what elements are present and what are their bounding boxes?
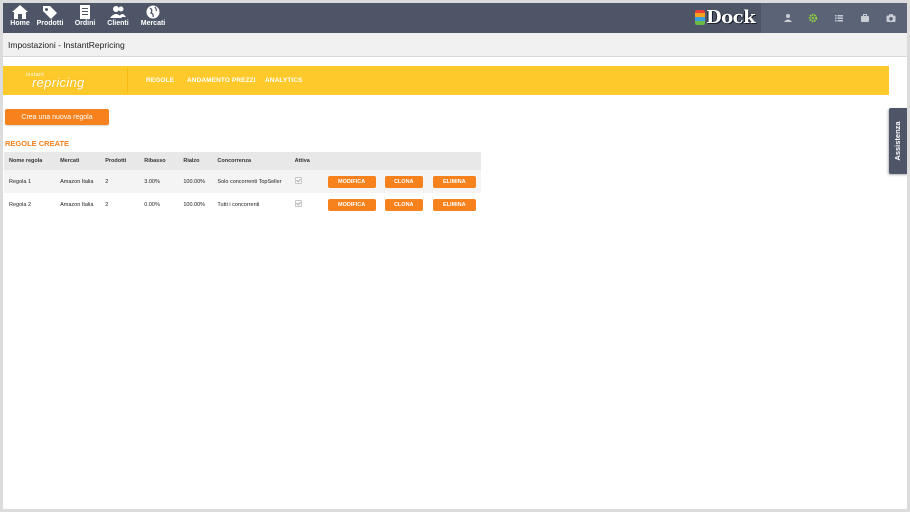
list-icon[interactable] (834, 13, 844, 23)
home-icon (12, 5, 28, 19)
camera-icon[interactable] (886, 13, 896, 23)
col-header-action-1 (323, 152, 380, 170)
cell-concorrenza: Tutti i concorrenti (217, 201, 260, 208)
cell-prodotti: 2 (105, 178, 109, 185)
instant-repricing-logo: instant repricing (25, 72, 123, 90)
repricing-banner: instant repricing REGOLE ANDAMENTO PREZZ… (3, 66, 889, 95)
toolbar-icons (761, 3, 907, 33)
table-row: Regola 2 Amazon Italia 2 0.00% 100.00% T… (4, 193, 481, 216)
nav-clienti[interactable]: Clienti (101, 5, 135, 33)
assistenza-label: Assistenza (893, 121, 902, 161)
breadcrumb: Impostazioni - InstantRepricing (8, 40, 125, 50)
nav-home-label: Home (10, 20, 30, 27)
globe-icon (146, 5, 160, 19)
active-checkbox[interactable] (294, 200, 302, 207)
tab-andamento-prezzi[interactable]: ANDAMENTO PREZZI (187, 77, 256, 84)
elimina-button[interactable]: ELIMINA (432, 175, 476, 188)
cell-nome: Regola 2 (9, 201, 32, 208)
settings-icon[interactable] (808, 13, 818, 23)
user-icon[interactable] (783, 13, 793, 23)
nav-clienti-label: Clienti (107, 20, 129, 27)
nav-mercati-label: Mercati (140, 20, 166, 27)
col-header-concorrenza: Concorrenza (217, 158, 252, 164)
cell-rialzo: 100.00% (183, 178, 206, 185)
users-icon (110, 6, 126, 18)
col-header-rialzo: Rialzo (183, 158, 200, 164)
brand-name: Dock (706, 6, 756, 28)
tab-analytics[interactable]: ANALYTICS (265, 77, 303, 84)
tag-icon (43, 6, 57, 19)
section-title: REGOLE CREATE (5, 139, 70, 148)
modifica-button[interactable]: MODIFICA (327, 175, 376, 188)
cell-prodotti: 2 (105, 201, 109, 208)
elimina-button[interactable]: ELIMINA (432, 198, 476, 211)
col-header-attiva: Attiva (294, 158, 310, 164)
clona-button[interactable]: CLONA (384, 198, 423, 211)
nav-prodotti-label: Prodotti (36, 20, 64, 27)
cell-attiva (290, 170, 323, 193)
table-header-row: Nome regola Mercati Prodotti Ribasso Ria… (4, 152, 481, 170)
document-icon (80, 5, 90, 19)
nav-prodotti[interactable]: Prodotti (33, 5, 67, 33)
brand-badge-icon (695, 9, 705, 25)
logo-main-text: repricing (32, 75, 85, 90)
nav-ordini[interactable]: Ordini (68, 5, 102, 33)
col-header-prodotti: Prodotti (105, 158, 127, 164)
cell-mercati: Amazon Italia (60, 178, 94, 185)
cell-concorrenza: Solo concorrenti TopSeller (217, 178, 282, 185)
breadcrumb-bar: Impostazioni - InstantRepricing (3, 33, 907, 57)
cell-nome: Regola 1 (9, 178, 32, 185)
clona-button[interactable]: CLONA (384, 175, 423, 188)
top-navigation-bar: Home Prodotti Ordini Clienti Mercati Doc… (3, 3, 907, 33)
cell-ribasso: 0.00% (144, 201, 160, 208)
banner-divider (127, 68, 128, 93)
nav-mercati[interactable]: Mercati (136, 5, 170, 33)
col-header-nome: Nome regola (9, 158, 43, 164)
brand-logo[interactable]: Dock (695, 6, 756, 28)
nav-home[interactable]: Home (3, 5, 37, 33)
cell-mercati: Amazon Italia (60, 201, 94, 208)
col-header-ribasso: Ribasso (144, 158, 166, 164)
active-checkbox[interactable] (294, 177, 302, 184)
briefcase-icon[interactable] (860, 13, 870, 23)
cell-rialzo: 100.00% (183, 201, 206, 208)
cell-ribasso: 3.00% (144, 178, 160, 185)
col-header-mercati: Mercati (60, 158, 80, 164)
col-header-action-2 (380, 152, 428, 170)
nav-ordini-label: Ordini (74, 20, 96, 27)
rules-table: Nome regola Mercati Prodotti Ribasso Ria… (4, 152, 481, 216)
col-header-action-3 (428, 152, 481, 170)
tab-regole[interactable]: REGOLE (146, 77, 174, 84)
app-window: Home Prodotti Ordini Clienti Mercati Doc… (3, 3, 907, 509)
create-rule-button[interactable]: Crea una nuova regola (5, 109, 109, 125)
modifica-button[interactable]: MODIFICA (327, 198, 376, 211)
assistenza-tab[interactable]: Assistenza (889, 108, 907, 174)
cell-attiva (290, 193, 323, 216)
table-row: Regola 1 Amazon Italia 2 3.00% 100.00% S… (4, 170, 481, 193)
